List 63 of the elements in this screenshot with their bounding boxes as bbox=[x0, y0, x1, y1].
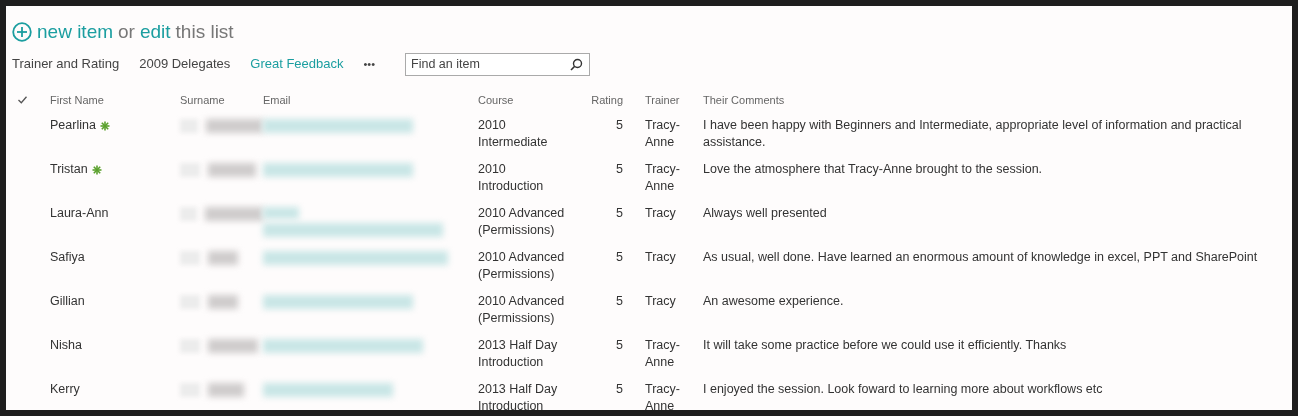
first-name-cell[interactable]: Pearlina bbox=[50, 117, 180, 160]
comment-cell-text: It will take some practice before we could use it efficiently. Thanks bbox=[703, 337, 1068, 354]
first-name-text: Kerry bbox=[50, 381, 80, 398]
column-header[interactable]: Course bbox=[478, 91, 580, 109]
course-cell-text: 2013 Half Day Introduction bbox=[478, 337, 559, 371]
first-name-cell[interactable]: Nisha bbox=[50, 337, 180, 380]
trainer-cell-text: Tracy-Anne bbox=[644, 381, 681, 415]
search-field[interactable]: Find an item bbox=[405, 52, 591, 76]
view-tab[interactable]: 2009 Delegates bbox=[139, 54, 231, 74]
column-header[interactable]: Trainer bbox=[623, 91, 703, 109]
first-name-cell[interactable]: Kerry bbox=[50, 381, 180, 416]
trainer-cell-text: Tracy-Anne bbox=[644, 117, 681, 151]
course-cell-text: 2010 Intermediate bbox=[478, 117, 549, 151]
rating-cell-text: 5 bbox=[615, 337, 623, 354]
search-icon[interactable] bbox=[570, 57, 584, 71]
comment-cell-text: I enjoyed the session. Look foward to learning more about workflows etc bbox=[703, 381, 1104, 398]
column-header[interactable]: Rating bbox=[580, 91, 623, 109]
trainer-cell-text: Tracy bbox=[644, 205, 677, 222]
first-name-cell[interactable]: Gillian bbox=[50, 293, 180, 336]
trainer-cell-text: Tracy-Anne bbox=[644, 161, 681, 195]
rating-cell-text: 5 bbox=[615, 249, 623, 266]
rating-cell-text: 5 bbox=[615, 293, 623, 310]
course-cell-text: 2013 Half Day Introduction bbox=[478, 381, 559, 415]
comment-cell-text: As usual, well done. Have learned an enormous amount of knowledge in excel, PPT and SharePoint bbox=[703, 249, 1259, 266]
add-icon[interactable] bbox=[12, 22, 32, 42]
trainer-cell-text: Tracy-Anne bbox=[644, 337, 681, 371]
rating-cell-text: 5 bbox=[615, 381, 623, 398]
course-cell-text: 2010 Advanced (Permissions) bbox=[478, 205, 566, 239]
comment-cell-text: Always well presented bbox=[703, 205, 828, 222]
trainer-cell-text: Tracy bbox=[644, 293, 677, 310]
comment-cell-text: I have been happy with Beginners and Intermediate, appropriate level of information and practical assistance. bbox=[703, 117, 1243, 151]
blurred-text bbox=[208, 251, 238, 265]
rating-cell-text: 5 bbox=[615, 161, 623, 178]
first-name-cell[interactable]: Safiya bbox=[50, 249, 180, 292]
first-name-text: Tristan bbox=[50, 161, 88, 178]
blurred-text bbox=[208, 163, 256, 177]
course-cell-text: 2010 Introduction bbox=[478, 161, 545, 195]
comment-cell-text: Love the atmosphere that Tracy-Anne brought to the session. bbox=[703, 161, 1044, 178]
blurred-text bbox=[208, 339, 258, 353]
blurred-text bbox=[208, 295, 238, 309]
column-header[interactable]: First Name bbox=[50, 91, 180, 109]
first-name-cell[interactable]: Laura-Ann bbox=[50, 205, 180, 248]
course-cell-text: 2010 Advanced (Permissions) bbox=[478, 293, 566, 327]
first-name-text: Gillian bbox=[50, 293, 85, 310]
column-header[interactable]: Email bbox=[263, 91, 478, 109]
more-button[interactable]: ••• bbox=[363, 55, 376, 73]
heading-text: or bbox=[118, 19, 135, 44]
trainer-cell-text: Tracy bbox=[644, 249, 677, 266]
comment-cell-text: An awesome experience. bbox=[703, 293, 845, 310]
heading-text: this list bbox=[175, 19, 234, 44]
first-name-text: Laura-Ann bbox=[50, 205, 109, 222]
column-header[interactable]: Surname bbox=[180, 91, 263, 109]
rating-cell-text: 5 bbox=[615, 117, 623, 134]
first-name-text: Pearlina bbox=[50, 117, 96, 134]
view-tab[interactable]: Trainer and Rating bbox=[12, 54, 120, 74]
blurred-text bbox=[208, 383, 244, 397]
rating-cell-text: 5 bbox=[615, 205, 623, 222]
column-header[interactable]: Their Comments bbox=[703, 91, 1282, 109]
course-cell-text: 2010 Advanced (Permissions) bbox=[478, 249, 566, 283]
first-name-text: Nisha bbox=[50, 337, 82, 354]
first-name-cell[interactable]: Tristan bbox=[50, 161, 180, 204]
first-name-text: Safiya bbox=[50, 249, 85, 266]
check-icon[interactable] bbox=[18, 96, 27, 104]
